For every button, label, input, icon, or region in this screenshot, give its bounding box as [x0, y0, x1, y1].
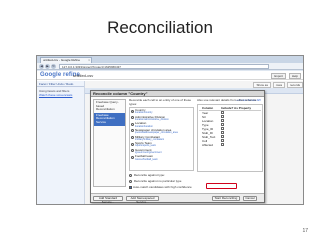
- radio-icon[interactable]: [131, 155, 134, 159]
- service-list: Freebase Query-based Reconciliation Free…: [93, 99, 126, 187]
- reload-icon[interactable]: ↻: [51, 64, 56, 69]
- property-table: Column Include? As Property Year Str Loc…: [197, 103, 263, 172]
- page-number: 17: [302, 228, 308, 234]
- radio-icon[interactable]: [131, 116, 134, 120]
- address-bar-row: ◀ ▶ ↻ 127.0.0.1:3333/project?project=162…: [37, 63, 303, 70]
- service-item-selected[interactable]: Freebase Reconciliation Service: [94, 112, 125, 126]
- export-button[interactable]: Export: [271, 73, 286, 79]
- header-actions: Export Help: [269, 73, 301, 79]
- add-namespaced-service-button[interactable]: Add Namespaced Service...: [126, 196, 159, 203]
- radio-selected-icon[interactable]: [131, 109, 134, 113]
- reconcile-no-type-option[interactable]: Reconcile against no particular type: [129, 179, 194, 183]
- dialog-footer: Add Standard Service... Add Namespaced S…: [91, 193, 264, 203]
- reconcile-dialog: Reconcile column "Country" » Access Serv…: [90, 90, 265, 203]
- left-panel-body: Using facets and filters Watch these scr…: [37, 87, 84, 99]
- reconcile-against-option[interactable]: Reconcile against type:: [129, 173, 194, 177]
- data-panel: Show as rows records Reconcile column "C…: [85, 81, 303, 204]
- type-list: Country/location/country Administrative …: [129, 107, 194, 172]
- radio-icon[interactable]: [131, 149, 134, 153]
- property-description: Also use relevant details from other col…: [197, 98, 257, 102]
- screencasts-link[interactable]: Watch these screencasts: [39, 93, 82, 97]
- browser-tab-bar: untitled-csv - Google Refine ×: [37, 56, 303, 63]
- reconcile-against-label: Reconcile against type:: [133, 173, 165, 178]
- header-column: Column: [202, 105, 214, 110]
- slide-title: Reconciliation: [107, 18, 213, 37]
- help-button[interactable]: Help: [288, 73, 301, 79]
- service-item[interactable]: Freebase Query-based Reconciliation: [94, 100, 125, 113]
- radio-icon[interactable]: [129, 180, 132, 184]
- cancel-button[interactable]: Cancel: [243, 196, 257, 201]
- radio-icon[interactable]: [131, 129, 134, 133]
- reconcile-no-type-label: Reconcile against no particular type: [133, 179, 182, 184]
- start-reconciling-highlight: [206, 183, 237, 189]
- add-standard-service-button[interactable]: Add Standard Service...: [93, 196, 123, 203]
- browser-window: untitled-csv - Google Refine × ◀ ▶ ↻ 127…: [36, 55, 304, 205]
- header-include: Include? As Property: [221, 105, 252, 110]
- checkbox-checked-icon[interactable]: [129, 185, 132, 189]
- type-option[interactable]: Football team/soccer/football_team: [131, 155, 192, 161]
- dialog-title: Reconcile column "Country": [91, 91, 264, 97]
- type-column: Reconcile each cell to an entity of one …: [129, 98, 194, 199]
- include-checkbox[interactable]: [221, 143, 224, 147]
- column-name: Affected: [202, 142, 213, 147]
- left-panel: Facet / Filter Undo / Redo Using facets …: [37, 81, 85, 204]
- type-id: /soccer/football_team: [135, 157, 158, 161]
- auto-match-option[interactable]: Auto-match candidates with high confiden…: [129, 185, 194, 189]
- radio-icon[interactable]: [131, 142, 134, 146]
- browser-tab-label: untitled-csv - Google Refine: [43, 58, 81, 62]
- radio-icon[interactable]: [131, 136, 134, 140]
- auto-match-label: Auto-match candidates with high confiden…: [133, 185, 192, 190]
- forward-icon[interactable]: ▶: [45, 64, 50, 69]
- back-icon[interactable]: ◀: [39, 64, 44, 69]
- table-row: Affected: [199, 143, 261, 147]
- address-input[interactable]: 127.0.0.1:3333/project?project=162596643…: [59, 64, 269, 69]
- radio-icon[interactable]: [131, 122, 134, 126]
- radio-icon[interactable]: [129, 174, 132, 178]
- app-header: Google refine untitled-csv Export Help: [37, 71, 303, 80]
- type-description: Reconcile each cell to an entity of one …: [129, 98, 192, 106]
- refine-app: Google refine untitled-csv Export Help F…: [37, 71, 303, 204]
- start-reconciling-button[interactable]: Start Reconciling: [212, 196, 240, 201]
- project-name[interactable]: untitled-csv: [73, 73, 93, 78]
